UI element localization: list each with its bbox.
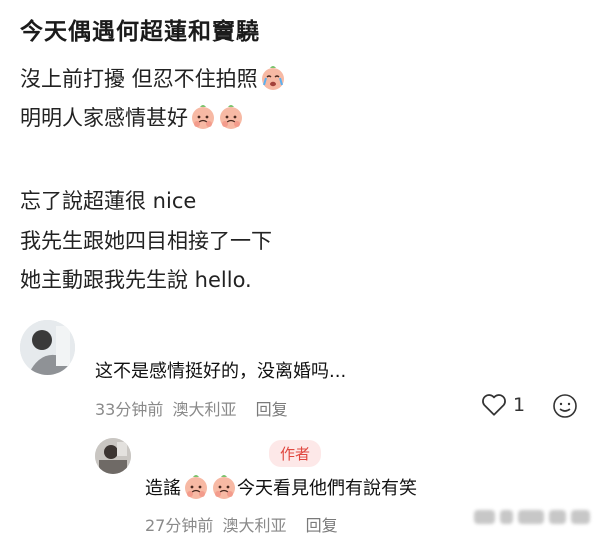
avatar-image xyxy=(20,320,75,375)
pleading-face-emoji-icon xyxy=(211,474,237,500)
post-line-5-text: 她主動跟我先生說 hello. xyxy=(20,268,252,292)
pleading-face-emoji-icon xyxy=(190,104,216,130)
author-avatar[interactable] xyxy=(95,438,131,474)
reply-location: 澳大利亚 xyxy=(222,516,287,535)
post-line-4: 我先生跟她四目相接了一下 xyxy=(20,225,272,255)
post-line-3-text: 忘了說超蓮很 nice xyxy=(20,189,197,213)
crying-face-emoji-icon xyxy=(260,65,286,91)
like-count: 1 xyxy=(513,394,526,416)
post-title: 今天偶遇何超蓮和竇驍 xyxy=(20,19,260,45)
reply-time: 27分钟前 xyxy=(145,516,214,535)
reply-text: 造謠 今天看見他們有說有笑 xyxy=(145,474,417,500)
comment-text: 这不是感情挺好的，没离婚吗... xyxy=(95,361,347,382)
post-line-3: 忘了說超蓮很 nice xyxy=(20,185,196,215)
comment-meta: 33分钟前 澳大利亚 回复 xyxy=(95,396,288,420)
author-badge: 作者 xyxy=(269,440,322,467)
heart-icon xyxy=(482,394,506,416)
reply-button[interactable]: 回复 xyxy=(306,516,338,535)
pleading-face-emoji-icon xyxy=(183,474,209,500)
pleading-face-emoji-icon xyxy=(218,104,244,130)
reply-button[interactable]: 回复 xyxy=(256,400,288,419)
reply-text-prefix: 造謠 xyxy=(145,478,181,499)
comment-time: 33分钟前 xyxy=(95,400,164,419)
smiley-icon xyxy=(553,394,577,418)
post-line-2-text: 明明人家感情甚好 xyxy=(20,106,188,130)
author-avatar-image xyxy=(95,438,131,474)
reply-meta: 27分钟前 澳大利亚 回复 xyxy=(145,512,338,536)
emoji-reaction-button[interactable] xyxy=(552,393,578,423)
like-button[interactable]: 1 xyxy=(481,393,525,417)
reply-text-suffix: 今天看見他們有說有笑 xyxy=(237,478,417,499)
post-line-1: 沒上前打擾 但忍不住拍照 xyxy=(20,63,286,93)
blurred-watermark xyxy=(474,502,590,532)
post-line-4-text: 我先生跟她四目相接了一下 xyxy=(20,229,272,253)
post-line-5: 她主動跟我先生說 hello. xyxy=(20,264,252,294)
post-line-2: 明明人家感情甚好 xyxy=(20,102,244,132)
avatar[interactable] xyxy=(20,320,75,375)
comment-location: 澳大利亚 xyxy=(172,400,237,419)
post-line-1-text: 沒上前打擾 但忍不住拍照 xyxy=(20,67,258,91)
